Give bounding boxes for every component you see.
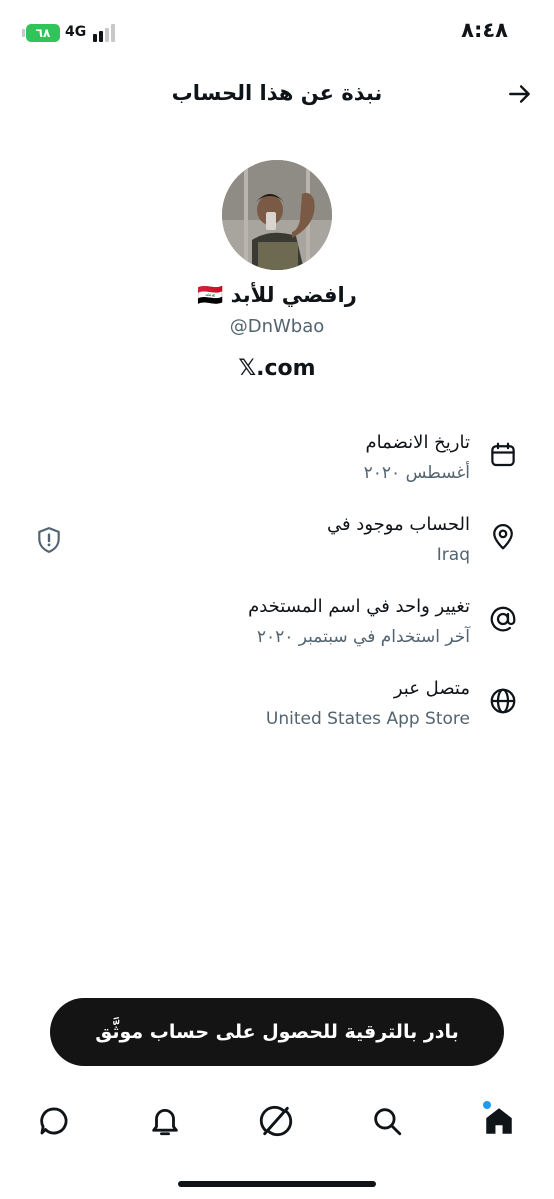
network-type: 4G bbox=[65, 24, 87, 40]
nav-search[interactable] bbox=[370, 1104, 404, 1138]
username-handle: @DnWbao bbox=[229, 316, 325, 337]
at-sign-icon bbox=[488, 604, 518, 634]
messages-icon bbox=[40, 1107, 68, 1135]
info-label: الحساب موجود في bbox=[326, 514, 470, 535]
info-row-connected-via: متصل عبر United States App Store bbox=[0, 676, 554, 746]
home-icon bbox=[486, 1108, 512, 1134]
search-icon bbox=[374, 1108, 402, 1136]
arrow-right-icon bbox=[509, 85, 530, 103]
info-value: United States App Store bbox=[265, 709, 470, 729]
nav-messages[interactable] bbox=[37, 1104, 71, 1138]
globe-icon bbox=[488, 686, 518, 716]
upgrade-verified-button[interactable]: بادر بالترقية للحصول على حساب موثَّق bbox=[50, 998, 504, 1066]
avatar[interactable] bbox=[222, 160, 332, 270]
grok-icon bbox=[259, 1105, 293, 1137]
page-title: نبذة عن هذا الحساب bbox=[171, 81, 383, 105]
back-button[interactable] bbox=[504, 78, 536, 110]
nav-grok[interactable] bbox=[259, 1104, 293, 1138]
status-time: ٨:٤٨ bbox=[461, 18, 508, 42]
info-row-username-changes: تغيير واحد في اسم المستخدم آخر استخدام ف… bbox=[0, 594, 554, 664]
info-label: متصل عبر bbox=[393, 678, 470, 699]
shield-icon[interactable] bbox=[36, 526, 62, 554]
info-value: Iraq bbox=[436, 545, 470, 565]
info-row-location: الحساب موجود في Iraq bbox=[0, 512, 554, 582]
display-name: رافضي للأبد 🇮🇶 bbox=[197, 283, 357, 307]
location-pin-icon bbox=[488, 522, 518, 552]
site-logo: 𝕏.com bbox=[238, 356, 316, 381]
info-value: آخر استخدام في سبتمبر ٢٠٢٠ bbox=[256, 627, 470, 647]
nav-home[interactable] bbox=[482, 1104, 516, 1138]
notifications-icon bbox=[152, 1109, 178, 1136]
battery-cap bbox=[22, 29, 25, 37]
avatar-image bbox=[222, 160, 332, 270]
info-label: تغيير واحد في اسم المستخدم bbox=[248, 596, 470, 617]
info-row-joined: تاريخ الانضمام أغسطس ٢٠٢٠ bbox=[0, 430, 554, 500]
unread-indicator-dot bbox=[483, 1101, 491, 1109]
home-indicator bbox=[178, 1181, 376, 1187]
bottom-nav bbox=[0, 1090, 554, 1160]
nav-notifications[interactable] bbox=[148, 1104, 182, 1138]
signal-strength-icon bbox=[93, 24, 121, 42]
header: نبذة عن هذا الحساب bbox=[0, 64, 554, 124]
calendar-icon bbox=[488, 440, 518, 470]
battery-indicator: ٦٨ bbox=[26, 24, 60, 42]
info-value: أغسطس ٢٠٢٠ bbox=[363, 463, 470, 483]
status-bar: ٦٨ 4G ٨:٤٨ bbox=[0, 0, 554, 64]
info-label: تاريخ الانضمام bbox=[365, 432, 470, 453]
